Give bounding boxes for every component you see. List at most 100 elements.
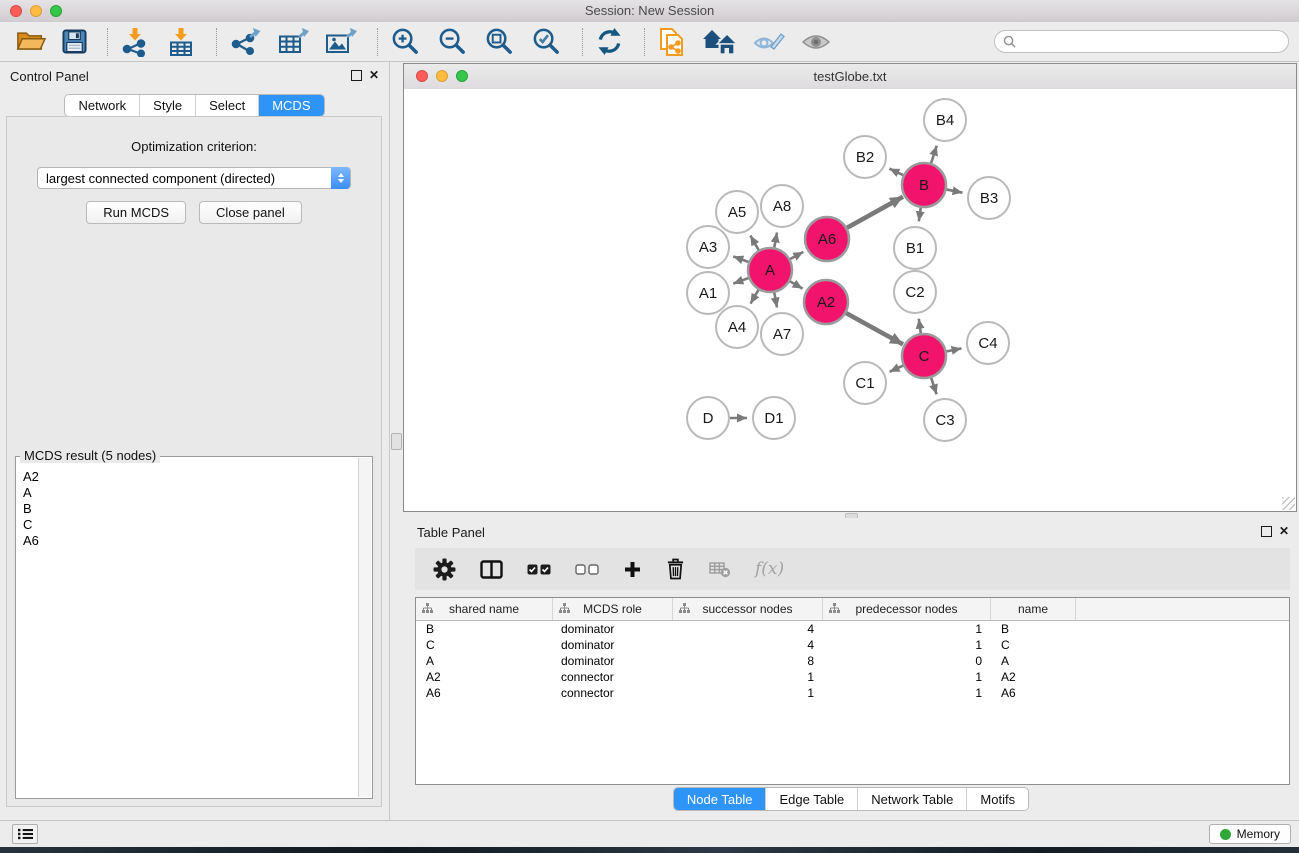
node-D1[interactable]: D1	[753, 397, 795, 439]
import-table-button[interactable]	[166, 27, 196, 57]
search-input[interactable]	[1021, 33, 1275, 50]
table-row[interactable]: A6connector11A6	[416, 685, 1289, 701]
column-header-predecessor-nodes[interactable]: predecessor nodes	[823, 598, 991, 620]
node-A2[interactable]: A2	[804, 280, 848, 324]
edge-C-C1[interactable]	[890, 365, 904, 372]
column-header-successor-nodes[interactable]: successor nodes	[673, 598, 823, 620]
save-session-button[interactable]	[62, 29, 87, 54]
divider-grip[interactable]	[391, 433, 402, 450]
node-C2[interactable]: C2	[894, 271, 936, 313]
node-C[interactable]: C	[902, 334, 946, 378]
edge-A-A2[interactable]	[789, 281, 803, 289]
node-B[interactable]: B	[902, 163, 946, 207]
zoom-in-button[interactable]	[390, 26, 421, 57]
export-table-button[interactable]	[277, 27, 309, 57]
mcds-result-item[interactable]: A2	[23, 469, 358, 485]
node-A1[interactable]: A1	[687, 272, 729, 314]
mcds-result-item[interactable]: B	[23, 501, 358, 517]
delete-table-button[interactable]	[709, 560, 731, 578]
run-mcds-button[interactable]: Run MCDS	[86, 201, 186, 224]
table-row[interactable]: Adominator80A	[416, 653, 1289, 669]
table-settings-button[interactable]	[433, 558, 456, 581]
panel-divider[interactable]	[390, 62, 403, 820]
edge-A6-B[interactable]	[846, 197, 903, 229]
edge-C-C4[interactable]	[946, 348, 962, 351]
edge-A-A1[interactable]	[733, 278, 749, 284]
node-A8[interactable]: A8	[761, 185, 803, 227]
node-B1[interactable]: B1	[894, 227, 936, 269]
tab-style[interactable]: Style	[139, 95, 195, 116]
edge-A-A3[interactable]	[733, 256, 749, 262]
node-B4[interactable]: B4	[924, 99, 966, 141]
table-row[interactable]: Cdominator41C	[416, 637, 1289, 653]
tab-network[interactable]: Network	[65, 95, 139, 116]
node-C1[interactable]: C1	[844, 362, 886, 404]
float-panel-button[interactable]	[349, 68, 363, 82]
node-C4[interactable]: C4	[967, 322, 1009, 364]
edge-B-B1[interactable]	[919, 207, 921, 222]
result-scrollbar[interactable]	[358, 458, 371, 797]
tab-select[interactable]: Select	[195, 95, 258, 116]
window-resize-grip[interactable]	[1282, 497, 1295, 510]
network-canvas[interactable]: B4 B2 B B3 A8A5 A6 A3 B1 A C2 A1 A2 A4A7 C4 C C1 D D1 C3	[404, 89, 1296, 511]
column-header-shared-name[interactable]: shared name	[416, 598, 553, 620]
zoom-fit-button[interactable]	[484, 26, 515, 57]
edge-A-A4[interactable]	[751, 289, 760, 304]
home-button[interactable]	[703, 29, 737, 55]
task-history-button[interactable]	[12, 824, 38, 844]
deselect-all-button[interactable]	[575, 564, 599, 575]
zoom-out-button[interactable]	[437, 26, 468, 57]
node-C3[interactable]: C3	[924, 399, 966, 441]
edge-B-B3[interactable]	[946, 189, 963, 192]
delete-row-button[interactable]	[666, 558, 685, 580]
node-A6[interactable]: A6	[805, 217, 849, 261]
edge-A-A7[interactable]	[774, 292, 777, 308]
table-tab-network-table[interactable]: Network Table	[857, 788, 966, 810]
open-session-button[interactable]	[16, 29, 46, 54]
node-A7[interactable]: A7	[761, 313, 803, 355]
edge-A2-C[interactable]	[845, 313, 903, 345]
show-view-button[interactable]	[801, 33, 831, 51]
clone-network-button[interactable]	[657, 27, 687, 57]
column-header-mcds-role[interactable]: MCDS role	[553, 598, 673, 620]
edge-A-A6[interactable]	[789, 252, 803, 260]
node-A[interactable]: A	[748, 248, 792, 292]
mcds-result-item[interactable]: A	[23, 485, 358, 501]
node-B3[interactable]: B3	[968, 177, 1010, 219]
table-row[interactable]: Bdominator41B	[416, 621, 1289, 637]
close-table-panel-button[interactable]: ✕	[1277, 524, 1291, 538]
optimization-criterion-select[interactable]: largest connected component (directed)	[37, 167, 351, 189]
add-row-button[interactable]	[623, 560, 642, 579]
close-panel-button[interactable]: ✕	[367, 68, 381, 82]
refresh-view-button[interactable]	[595, 27, 624, 56]
memory-status-button[interactable]: Memory	[1209, 824, 1291, 844]
zoom-selected-button[interactable]	[531, 26, 562, 57]
column-layout-button[interactable]	[480, 560, 503, 579]
table-tab-motifs[interactable]: Motifs	[966, 788, 1028, 810]
node-D[interactable]: D	[687, 397, 729, 439]
node-A5[interactable]: A5	[716, 191, 758, 233]
mcds-result-item[interactable]: A6	[23, 533, 358, 549]
edge-C-C3[interactable]	[931, 377, 937, 394]
node-A4[interactable]: A4	[716, 306, 758, 348]
export-image-button[interactable]	[325, 27, 357, 57]
node-A3[interactable]: A3	[687, 226, 729, 268]
close-panel-action-button[interactable]: Close panel	[199, 201, 302, 224]
edge-A-A8[interactable]	[774, 233, 777, 249]
table-row[interactable]: A2connector11A2	[416, 669, 1289, 685]
node-B2[interactable]: B2	[844, 136, 886, 178]
edge-B-B2[interactable]	[889, 169, 904, 176]
mcds-result-item[interactable]: C	[23, 517, 358, 533]
table-tab-node-table[interactable]: Node Table	[674, 788, 766, 810]
toggle-visibility-button[interactable]	[753, 30, 785, 54]
edge-A-A5[interactable]	[750, 236, 759, 251]
tab-mcds[interactable]: MCDS	[258, 95, 323, 116]
float-table-panel-button[interactable]	[1259, 524, 1273, 538]
edge-B-B4[interactable]	[931, 146, 937, 164]
export-network-button[interactable]	[229, 27, 261, 57]
edge-C-C2[interactable]	[919, 319, 921, 335]
select-all-button[interactable]	[527, 564, 551, 575]
table-tab-edge-table[interactable]: Edge Table	[765, 788, 857, 810]
function-builder-button[interactable]: f(x)	[755, 559, 784, 579]
import-network-button[interactable]	[120, 27, 150, 57]
